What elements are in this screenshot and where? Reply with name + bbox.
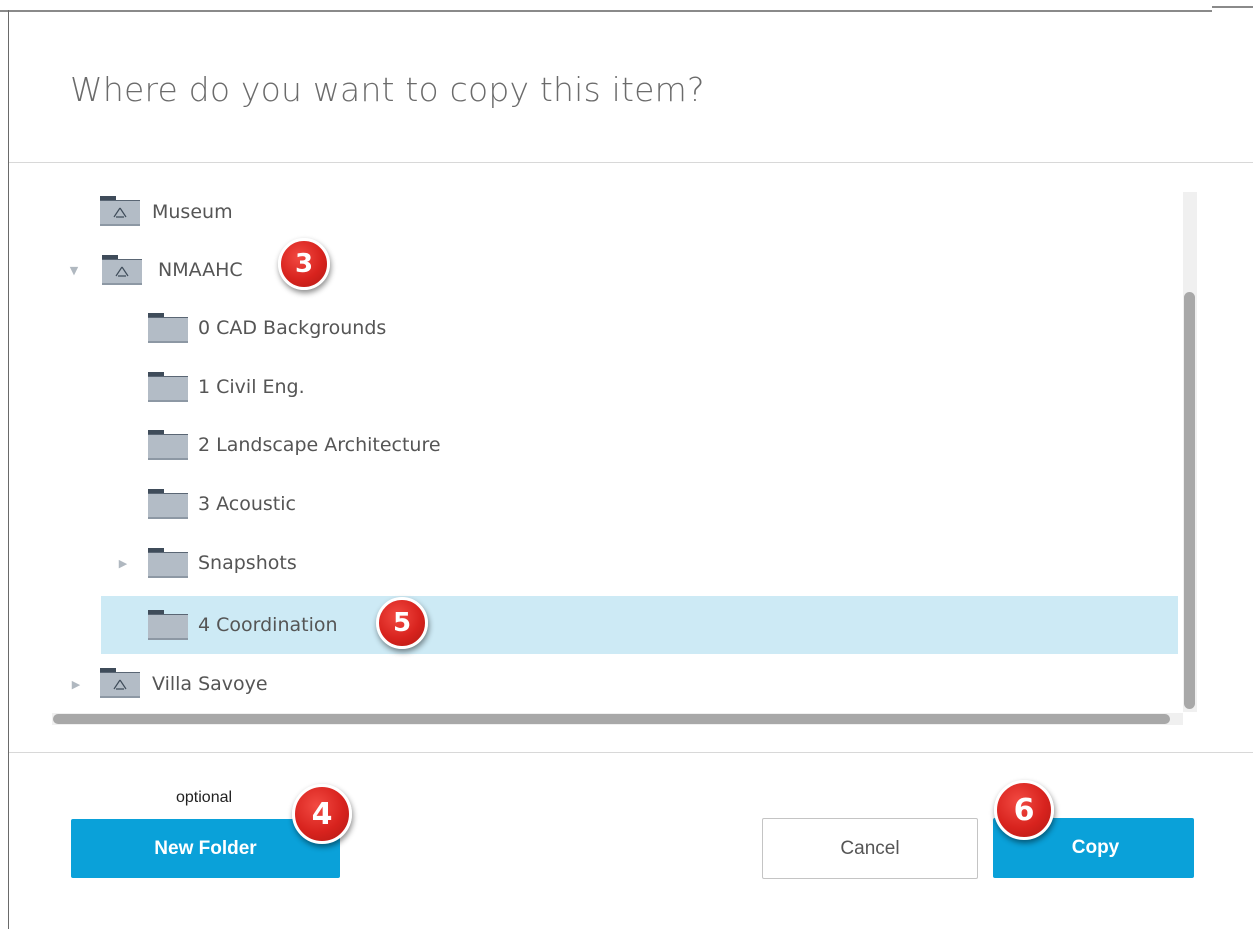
folder-icon (148, 489, 188, 519)
tree-item-snapshots[interactable]: ▶ Snapshots (52, 538, 1178, 588)
tree-item-label: Museum (152, 201, 233, 223)
tree-item-4-coordination[interactable]: 4 Coordination (101, 596, 1178, 654)
caret-right-icon[interactable]: ▶ (116, 557, 130, 570)
window-top-border (0, 10, 1212, 12)
window-left-border (8, 10, 9, 929)
tree-item-museum[interactable]: Museum (52, 187, 1178, 237)
caret-right-icon[interactable]: ▶ (69, 678, 83, 691)
tree-item-1-civil-eng[interactable]: 1 Civil Eng. (52, 362, 1178, 412)
project-folder-icon (100, 196, 140, 226)
project-folder-icon (102, 255, 142, 285)
header-divider (9, 162, 1253, 163)
window-top-border-right (1212, 6, 1253, 8)
copy-button-label: Copy (1071, 837, 1120, 858)
tree-item-label: 4 Coordination (198, 614, 338, 636)
cancel-button[interactable]: Cancel (762, 818, 978, 879)
callout-badge-3: 3 (278, 238, 330, 290)
dialog-title: Where do you want to copy this item? (70, 70, 705, 109)
tree-item-label: 2 Landscape Architecture (198, 434, 441, 456)
tree-item-nmaahc[interactable]: ▼ NMAAHC (52, 245, 1178, 295)
tree-item-label: 3 Acoustic (198, 493, 296, 515)
vertical-scrollbar-thumb[interactable] (1184, 292, 1195, 709)
tree-item-villa-savoye[interactable]: ▶ Villa Savoye (52, 659, 1178, 709)
folder-icon (148, 372, 188, 402)
tree-item-label: 1 Civil Eng. (198, 376, 305, 398)
tree-item-0-cad-backgrounds[interactable]: 0 CAD Backgrounds (52, 303, 1178, 353)
tree-item-3-acoustic[interactable]: 3 Acoustic (52, 479, 1178, 529)
horizontal-scrollbar-thumb[interactable] (53, 714, 1170, 724)
folder-icon (148, 313, 188, 343)
callout-badge-5: 5 (376, 597, 428, 649)
callout-badge-4: 4 (292, 784, 352, 844)
caret-down-icon[interactable]: ▼ (67, 264, 81, 277)
project-folder-icon (100, 668, 140, 698)
tree-item-label: Villa Savoye (152, 673, 268, 695)
tree-item-label: NMAAHC (158, 259, 243, 281)
tree-item-label: 0 CAD Backgrounds (198, 317, 387, 339)
folder-icon (148, 430, 188, 460)
footer-divider (9, 752, 1253, 753)
callout-badge-6: 6 (994, 780, 1054, 840)
tree-item-label: Snapshots (198, 552, 297, 574)
folder-icon (148, 548, 188, 578)
folder-icon (148, 610, 188, 640)
optional-label: optional (176, 789, 233, 806)
folder-tree: Museum ▼ NMAAHC 0 CAD Backgrounds 1 Civi… (52, 182, 1197, 728)
copy-dialog: Where do you want to copy this item? Mus… (0, 0, 1253, 929)
tree-item-2-landscape-architecture[interactable]: 2 Landscape Architecture (52, 420, 1178, 470)
